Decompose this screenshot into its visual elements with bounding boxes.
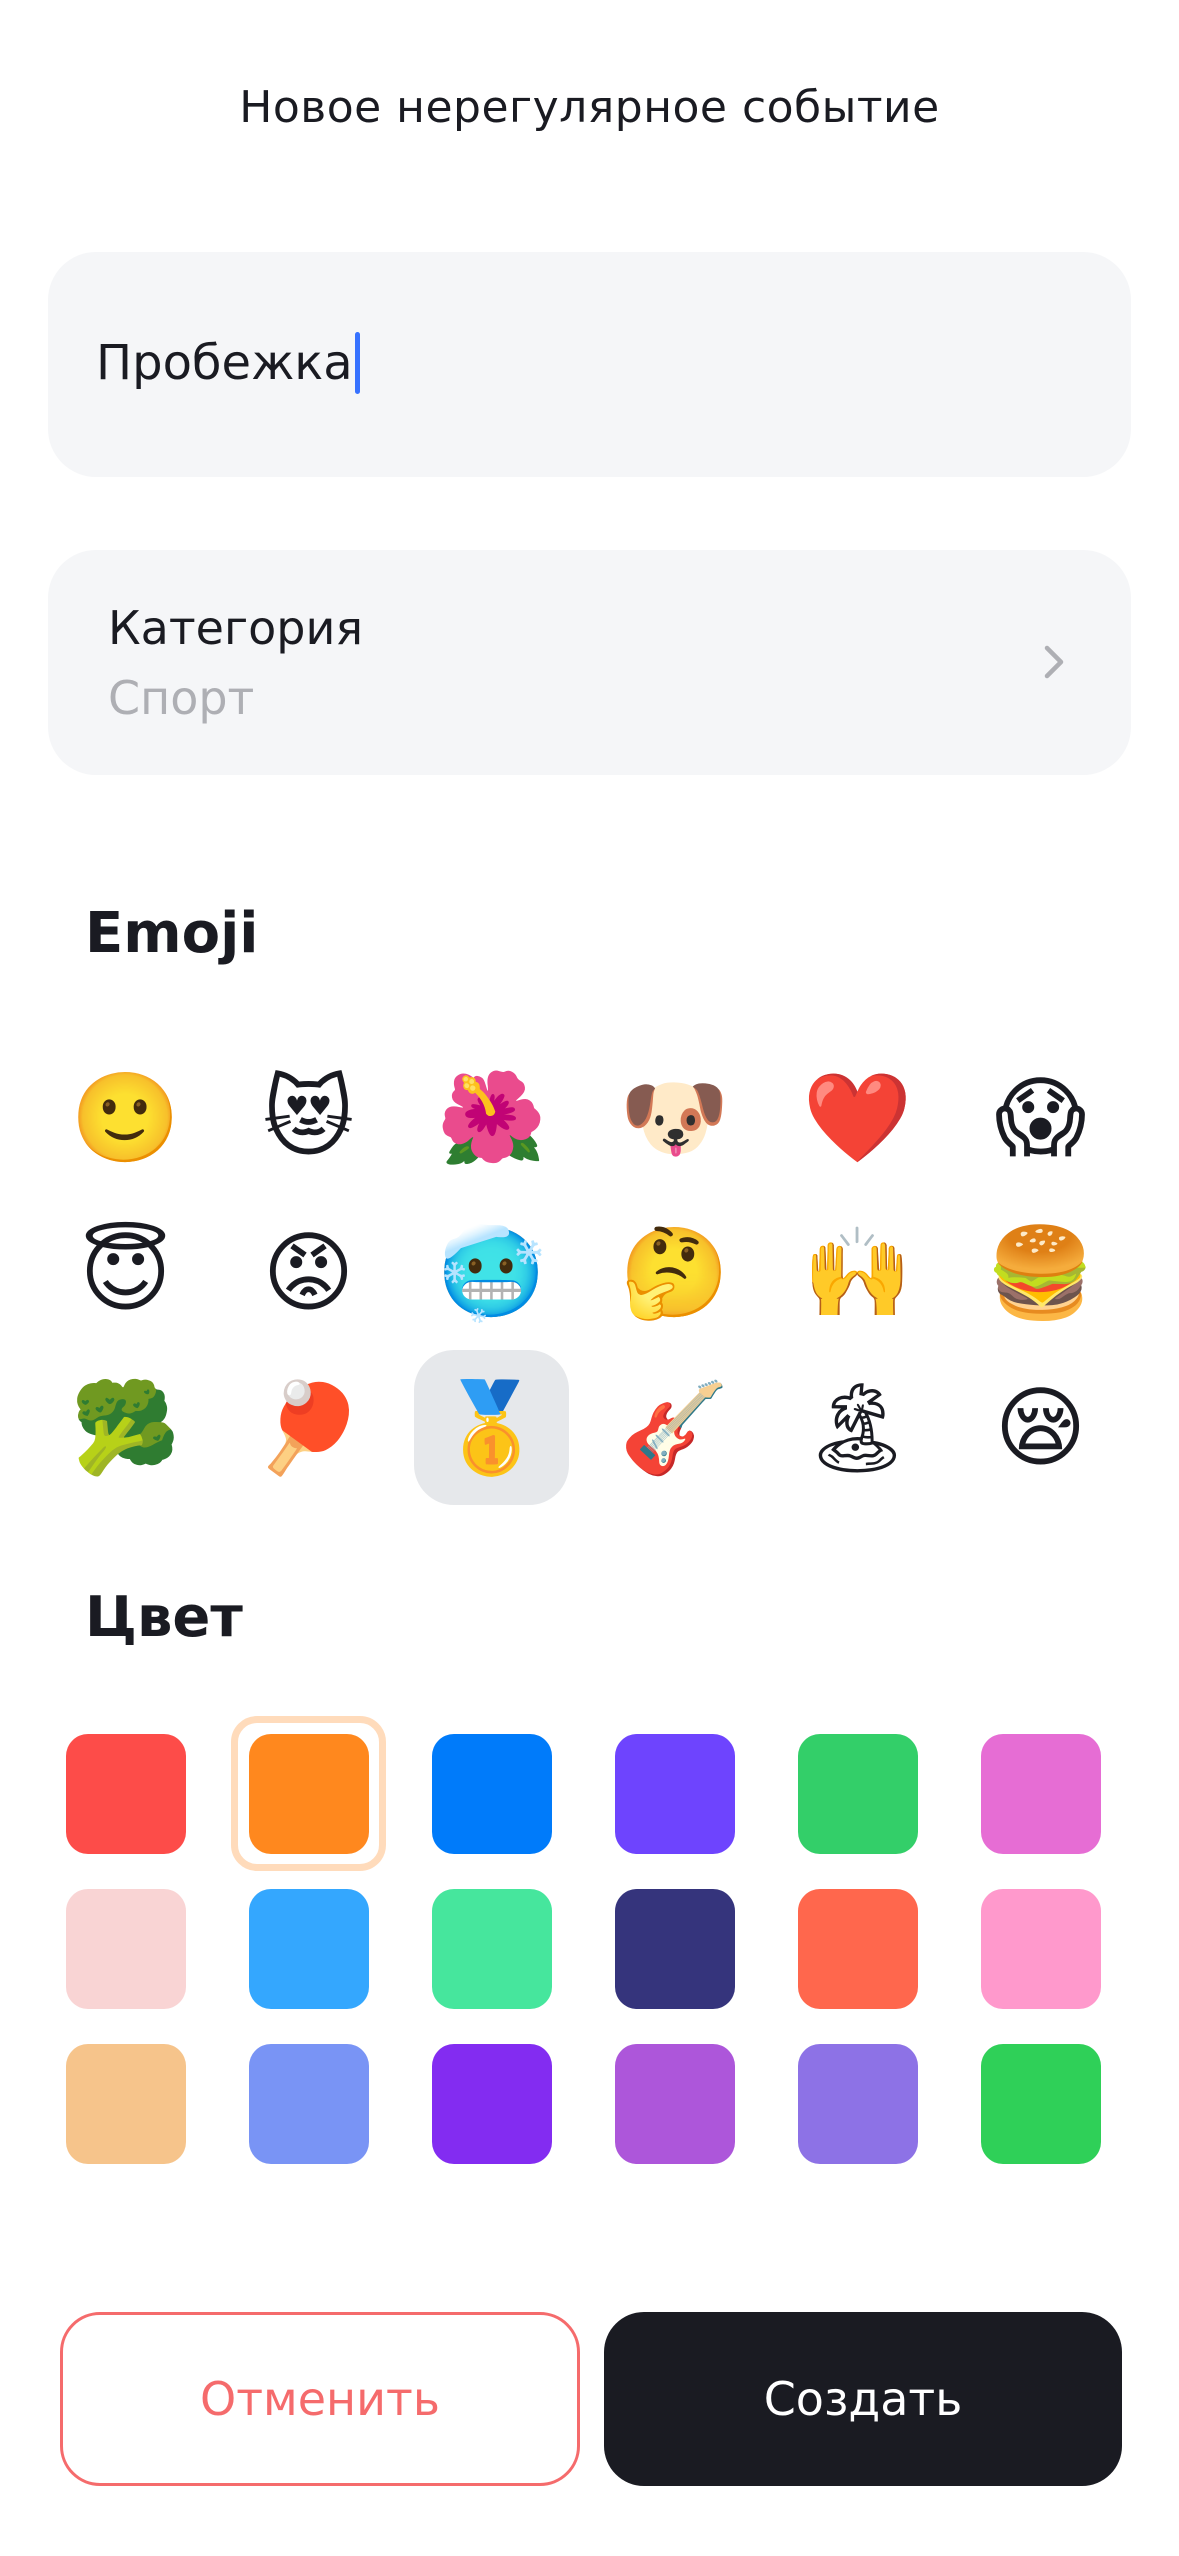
color-option-11[interactable] xyxy=(780,1871,935,2026)
category-selector[interactable]: Категория Спорт xyxy=(48,550,1131,775)
first-place-medal-icon: 🥇 xyxy=(436,1375,547,1479)
emoji-option-hamburger[interactable]: 🍔 xyxy=(963,1195,1118,1350)
emoji-option-sleepy-face[interactable]: 😪 xyxy=(963,1350,1118,1505)
color-option-2[interactable] xyxy=(231,1716,386,1871)
color-option-18[interactable] xyxy=(963,2026,1118,2181)
event-name-value[interactable]: Пробежка xyxy=(96,332,360,394)
color-swatch xyxy=(614,2043,735,2164)
color-swatch xyxy=(797,1888,918,2009)
emoji-option-desert-island[interactable]: 🏝 xyxy=(780,1350,935,1505)
color-swatch xyxy=(614,1888,735,2009)
color-option-16[interactable] xyxy=(597,2026,752,2181)
color-swatch xyxy=(980,2043,1101,2164)
raising-hands-icon: 🙌 xyxy=(802,1220,913,1324)
emoji-option-dog-face[interactable]: 🐶 xyxy=(597,1040,752,1195)
color-option-6[interactable] xyxy=(963,1716,1118,1871)
guitar-icon: 🎸 xyxy=(619,1375,730,1479)
emoji-option-pouting-face[interactable]: 😡 xyxy=(231,1195,386,1350)
screaming-face-icon: 😱 xyxy=(994,1065,1087,1169)
color-grid xyxy=(48,1716,1131,2181)
emoji-option-broccoli[interactable]: 🥦 xyxy=(48,1350,203,1505)
emoji-option-thinking-face[interactable]: 🤔 xyxy=(597,1195,752,1350)
color-swatch xyxy=(797,1733,918,1854)
broccoli-icon: 🥦 xyxy=(70,1375,181,1479)
chevron-right-icon xyxy=(1044,645,1064,679)
color-swatch xyxy=(248,1733,369,1854)
color-section-title: Цвет xyxy=(85,1585,243,1650)
emoji-option-guitar[interactable]: 🎸 xyxy=(597,1350,752,1505)
color-option-1[interactable] xyxy=(48,1716,203,1871)
event-name-text: Пробежка xyxy=(96,335,353,391)
thinking-face-icon: 🤔 xyxy=(619,1220,730,1324)
emoji-option-hibiscus[interactable]: 🌺 xyxy=(414,1040,569,1195)
cancel-button[interactable]: Отменить xyxy=(60,2312,580,2486)
desert-island-icon: 🏝 xyxy=(801,1375,914,1479)
emoji-option-cold-face[interactable]: 🥶 xyxy=(414,1195,569,1350)
emoji-option-red-heart[interactable]: ❤️ xyxy=(780,1040,935,1195)
dog-face-icon: 🐶 xyxy=(619,1065,730,1169)
red-heart-icon: ❤️ xyxy=(802,1065,913,1169)
color-option-3[interactable] xyxy=(414,1716,569,1871)
emoji-option-heart-eyes-cat[interactable]: 😻 xyxy=(231,1040,386,1195)
color-swatch xyxy=(65,2043,186,2164)
color-swatch xyxy=(797,2043,918,2164)
emoji-option-screaming-face[interactable]: 😱 xyxy=(963,1040,1118,1195)
cold-face-icon: 🥶 xyxy=(436,1220,547,1324)
color-option-9[interactable] xyxy=(414,1871,569,2026)
color-swatch xyxy=(248,1888,369,2009)
event-name-input[interactable]: Пробежка xyxy=(48,252,1131,477)
emoji-option-smiling-face-with-halo[interactable]: 😇 xyxy=(48,1195,203,1350)
category-title: Категория xyxy=(108,601,364,655)
page-title: Новое нерегулярное событие xyxy=(239,82,940,133)
color-swatch xyxy=(614,1733,735,1854)
emoji-option-slightly-smiling-face[interactable]: 🙂 xyxy=(48,1040,203,1195)
text-caret xyxy=(354,332,360,394)
color-option-13[interactable] xyxy=(48,2026,203,2181)
color-swatch xyxy=(431,1888,552,2009)
color-swatch xyxy=(431,2043,552,2164)
color-option-12[interactable] xyxy=(963,1871,1118,2026)
slightly-smiling-face-icon: 🙂 xyxy=(70,1065,181,1169)
pouting-face-icon: 😡 xyxy=(262,1220,355,1324)
color-swatch xyxy=(431,1733,552,1854)
color-option-5[interactable] xyxy=(780,1716,935,1871)
emoji-option-ping-pong[interactable]: 🏓 xyxy=(231,1350,386,1505)
emoji-option-first-place-medal[interactable]: 🥇 xyxy=(414,1350,569,1505)
color-option-17[interactable] xyxy=(780,2026,935,2181)
smiling-face-with-halo-icon: 😇 xyxy=(79,1220,172,1324)
color-option-15[interactable] xyxy=(414,2026,569,2181)
heart-eyes-cat-icon: 😻 xyxy=(262,1065,355,1169)
hamburger-icon: 🍔 xyxy=(985,1220,1096,1324)
ping-pong-icon: 🏓 xyxy=(253,1375,364,1479)
create-button[interactable]: Создать xyxy=(604,2312,1122,2486)
category-value: Спорт xyxy=(108,671,255,725)
color-swatch xyxy=(248,2043,369,2164)
color-option-14[interactable] xyxy=(231,2026,386,2181)
color-option-4[interactable] xyxy=(597,1716,752,1871)
color-swatch xyxy=(65,1733,186,1854)
color-option-10[interactable] xyxy=(597,1871,752,2026)
color-option-7[interactable] xyxy=(48,1871,203,2026)
sleepy-face-icon: 😪 xyxy=(994,1375,1087,1479)
emoji-option-raising-hands[interactable]: 🙌 xyxy=(780,1195,935,1350)
color-swatch xyxy=(65,1888,186,2009)
hibiscus-icon: 🌺 xyxy=(436,1065,547,1169)
color-option-8[interactable] xyxy=(231,1871,386,2026)
color-swatch xyxy=(980,1733,1101,1854)
emoji-grid: 🙂 😻 🌺 🐶 ❤️ 😱 😇 😡 🥶 🤔 🙌 🍔 🥦 🏓 🥇 🎸 🏝 😪 xyxy=(48,1040,1131,1505)
emoji-section-title: Emoji xyxy=(85,901,259,966)
color-swatch xyxy=(980,1888,1101,2009)
